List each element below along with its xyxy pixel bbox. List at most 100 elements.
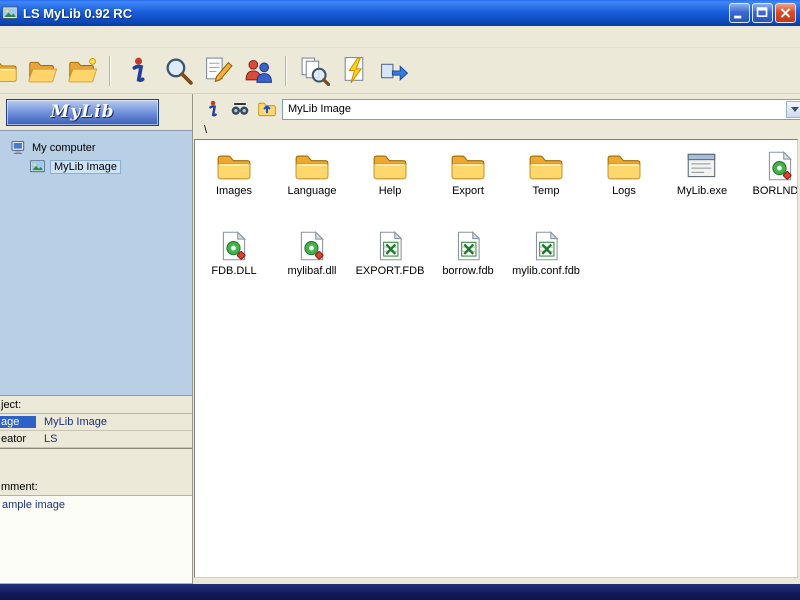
tree-item-my-computer[interactable]: My computer [0,138,192,157]
application-window: LS MyLib 0.92 RC MyLib My computer MyLib… [0,0,800,600]
file-item[interactable]: BORLNDM [741,150,798,230]
search-files-icon [299,55,330,87]
file-label: Temp [532,185,560,197]
file-item[interactable]: FDB.DLL [195,230,273,310]
sidebar: MyLib My computer MyLib Image ject: age [0,94,193,584]
file-item[interactable]: Language [273,150,351,230]
file-item[interactable]: Images [195,150,273,230]
comment-box[interactable]: ample image [0,495,192,584]
image-info-button[interactable] [201,97,225,121]
file-label: Images [215,185,253,197]
object-row-image[interactable]: age MyLib Image [0,414,192,431]
file-item[interactable]: Logs [585,150,663,230]
object-row-value: LS [44,433,58,445]
dropdown-arrow-icon[interactable] [786,100,800,118]
file-item[interactable]: Help [351,150,429,230]
file-label: borrow.fdb [442,265,494,277]
menu-bar [0,26,800,48]
file-item[interactable]: borrow.fdb [429,230,507,310]
menu-item[interactable] [70,34,84,40]
tree-item-mylib-image[interactable]: MyLib Image [0,157,192,176]
content-area: MyLib Image \ Images Language Help Expor… [193,94,800,584]
tree-item-label: My computer [32,141,96,154]
fdb-icon [450,230,486,262]
users-button[interactable] [238,51,278,91]
info-icon [123,55,154,86]
toolbar-separator [285,55,287,86]
file-label: BORLNDM [752,185,798,197]
file-label: MyLib.exe [676,185,728,197]
address-toolbar: MyLib Image [193,94,800,124]
path-row: \ [193,124,800,139]
file-item[interactable]: EXPORT.FDB [351,230,429,310]
object-row-label: eator [1,433,27,445]
folder-icon [216,150,252,182]
menu-item[interactable] [28,34,42,40]
export-button[interactable] [374,51,414,91]
folder-open-icon [27,55,58,86]
file-label: Language [287,185,337,197]
menu-item[interactable] [0,34,14,40]
file-item[interactable]: MyLib.exe [663,150,741,230]
menu-item[interactable] [42,34,56,40]
up-folder-button[interactable] [255,97,279,121]
new-library-button[interactable] [0,51,22,91]
window-title: LS MyLib 0.92 RC [23,5,133,21]
file-label: Export [452,185,484,197]
object-row-creator[interactable]: eator LS [0,431,192,448]
logo-row: MyLib [0,94,192,130]
menu-item[interactable] [14,34,28,40]
file-label: mylibaf.dll [287,265,337,277]
info-icon [203,99,223,119]
folder-icon [450,150,486,182]
wizard-button[interactable] [334,51,374,91]
minimize-button[interactable] [729,3,750,23]
view-button[interactable] [228,97,252,121]
export-icon [379,55,410,86]
address-combobox[interactable]: MyLib Image [282,98,800,120]
folder-icon [0,55,18,86]
file-item[interactable]: mylibaf.dll [273,230,351,310]
tree-item-label: MyLib Image [50,159,121,174]
comment-text: ample image [2,499,65,511]
dll-icon [294,230,330,262]
folder-open-alt-icon [67,55,98,86]
library-tree: My computer MyLib Image [0,130,192,396]
close-button[interactable] [775,3,796,23]
maximize-button[interactable] [752,3,773,23]
title-bar[interactable]: LS MyLib 0.92 RC [0,0,800,26]
info-button[interactable] [118,51,158,91]
search-files-button[interactable] [294,51,334,91]
address-value: MyLib Image [288,103,351,115]
folder-icon [606,150,642,182]
menu-item[interactable] [56,34,70,40]
open-image-button[interactable] [62,51,102,91]
zoom-icon [163,55,194,86]
object-panel: ject: age MyLib Image eator LS [0,396,192,478]
main-toolbar [0,48,800,94]
exe-icon [684,150,720,182]
object-row-value: MyLib Image [44,416,107,428]
main-area: MyLib My computer MyLib Image ject: age [0,94,800,584]
computer-icon [11,140,28,155]
folder-icon [528,150,564,182]
toolbar-separator [109,55,111,86]
edit-button[interactable] [198,51,238,91]
comment-panel: mment: ample image [0,478,192,584]
zoom-button[interactable] [158,51,198,91]
object-row-label: age [0,416,36,428]
image-icon [29,159,46,174]
users-icon [243,55,274,86]
file-item[interactable]: Export [429,150,507,230]
file-item[interactable]: mylib.conf.fdb [507,230,585,310]
file-area[interactable]: Images Language Help Export Temp Logs My… [194,139,798,578]
file-item[interactable]: Temp [507,150,585,230]
folder-up-icon [257,99,277,119]
app-icon [2,5,18,21]
comment-panel-title: mment: [1,481,38,493]
close-icon [776,4,795,22]
dll-icon [762,150,797,182]
open-library-button[interactable] [22,51,62,91]
current-path: \ [204,124,208,136]
binoculars-icon [230,99,250,119]
